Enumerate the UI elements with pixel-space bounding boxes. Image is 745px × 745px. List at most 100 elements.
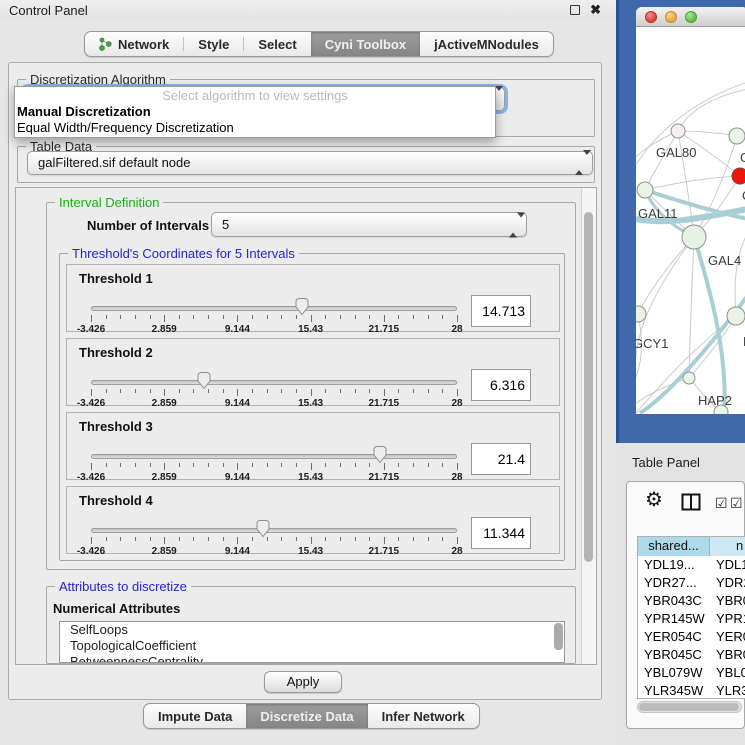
tick-mark — [413, 315, 414, 319]
table-row[interactable]: YLR345W YLR3 — [638, 682, 745, 699]
tab-network[interactable]: Network — [85, 32, 183, 56]
numerical-attributes-label: Numerical Attributes — [53, 601, 180, 616]
network-graph: GAL80GCGAL11GAL4GCY1HHAP2 — [636, 27, 745, 414]
tick-mark — [442, 389, 443, 393]
cell-name[interactable]: YBR0 — [716, 592, 745, 610]
table-row[interactable]: YBR045C YBR0 — [638, 646, 745, 664]
table-data-combobox[interactable]: galFiltered.sif default node — [27, 151, 593, 175]
threshold-value-field[interactable]: 21.4 — [471, 443, 531, 475]
gear-icon[interactable]: ⚙ — [645, 490, 663, 510]
tick-mark — [413, 537, 414, 541]
tab-impute-data[interactable]: Impute Data — [144, 704, 246, 728]
horizontal-scrollbar[interactable] — [637, 701, 742, 713]
vertical-scrollbar[interactable] — [581, 188, 596, 664]
cell-shared-name[interactable]: YER054C — [644, 628, 702, 646]
attribute-list-item[interactable]: TopologicalCoefficient — [60, 638, 564, 654]
tick-mark — [106, 389, 107, 393]
cell-name[interactable]: YER0 — [716, 628, 745, 646]
tab-select[interactable]: Select — [244, 32, 310, 56]
threshold-value-field[interactable]: 6.316 — [471, 369, 531, 401]
scrollbar-thumb[interactable] — [584, 212, 593, 562]
cell-name[interactable]: YDR2 — [716, 574, 745, 592]
checkbox-icon[interactable]: ☑ — [715, 495, 728, 512]
network-window-titlebar[interactable] — [636, 7, 745, 27]
minimize-traffic-light[interactable] — [665, 11, 677, 23]
popup-item-equal-width-frequency[interactable]: Equal Width/Frequency Discretization — [15, 120, 495, 136]
zoom-traffic-light[interactable] — [685, 11, 697, 23]
threshold-value-field[interactable]: 11.344 — [471, 517, 531, 549]
table-row[interactable]: YDL19... YDL1 — [638, 556, 745, 574]
tab-cyni-toolbox[interactable]: Cyni Toolbox — [311, 32, 420, 56]
table-row[interactable]: YBL079W YBL0 — [638, 664, 745, 682]
tick-label: 21.715 — [369, 472, 400, 483]
threshold-row: Threshold 2-3.4262.8599.14415.4321.71528… — [66, 338, 560, 406]
node-GAL4[interactable] — [682, 225, 706, 249]
cell-shared-name[interactable]: YPR145W — [644, 610, 705, 628]
cell-name[interactable]: YBL0 — [716, 664, 745, 682]
threshold-slider[interactable]: -3.4262.8599.14415.4321.71528 — [91, 297, 457, 331]
scrollbar-thumb[interactable] — [639, 703, 739, 711]
cell-shared-name[interactable]: YBR045C — [644, 646, 702, 664]
popup-item-manual-discretization[interactable]: Manual Discretization — [15, 104, 495, 120]
node-HAP2[interactable] — [683, 372, 695, 384]
threshold-slider[interactable]: -3.4262.8599.14415.4321.71528 — [91, 519, 457, 553]
threshold-value-field[interactable]: 14.713 — [471, 295, 531, 327]
table-row[interactable]: YER054C YER0 — [638, 628, 745, 646]
stepper-icon — [509, 213, 517, 236]
threshold-slider[interactable]: -3.4262.8599.14415.4321.71528 — [91, 445, 457, 479]
tab-style[interactable]: Style — [184, 32, 243, 56]
node-H[interactable] — [727, 307, 745, 325]
attribute-list-item[interactable]: BetweennessCentrality — [60, 654, 564, 663]
cell-shared-name[interactable]: YDL19... — [644, 556, 695, 574]
tick-label: -3.426 — [77, 324, 105, 335]
cell-shared-name[interactable]: YLR345W — [644, 682, 703, 699]
cell-name[interactable]: YLR3 — [716, 682, 745, 699]
slider-track[interactable] — [91, 380, 457, 385]
tab-infer-network[interactable]: Infer Network — [368, 704, 479, 728]
cell-name[interactable]: YPR1 — [716, 610, 745, 628]
table-row[interactable]: YBR043C YBR0 — [638, 592, 745, 610]
apply-button[interactable]: Apply — [264, 671, 342, 693]
node-node[interactable] — [729, 128, 745, 144]
threshold-slider[interactable]: -3.4262.8599.14415.4321.71528 — [91, 371, 457, 405]
slider-thumb[interactable] — [373, 446, 388, 464]
table-row[interactable]: YDR27... YDR2 — [638, 574, 745, 592]
tab-discretize-data[interactable]: Discretize Data — [246, 704, 367, 728]
close-traffic-light[interactable] — [645, 11, 657, 23]
node-label: GAL80 — [656, 145, 696, 160]
network-canvas[interactable]: GAL80GCGAL11GAL4GCY1HHAP2 — [636, 27, 745, 414]
edge — [636, 378, 689, 403]
cell-name[interactable]: YBR0 — [716, 646, 745, 664]
numerical-attributes-list[interactable]: SelfLoopsTopologicalCoefficientBetweenne… — [59, 621, 565, 663]
cell-shared-name[interactable]: YDR27... — [644, 574, 697, 592]
network-view-frame: GAL80GCGAL11GAL4GCY1HHAP2 — [616, 0, 745, 443]
slider-track[interactable] — [91, 306, 457, 311]
slider-thumb[interactable] — [295, 298, 310, 316]
table-header: shared... n — [638, 537, 745, 556]
cell-shared-name[interactable]: YBL079W — [644, 664, 703, 682]
node-red-node[interactable] — [732, 168, 745, 184]
cell-name[interactable]: YDL1 — [716, 556, 745, 574]
node-GAL80[interactable] — [671, 124, 685, 138]
float-panel-icon[interactable] — [570, 5, 580, 15]
columns-icon[interactable] — [681, 493, 701, 511]
tick-mark — [325, 537, 326, 541]
slider-thumb[interactable] — [256, 520, 271, 538]
node-GAL11[interactable] — [637, 182, 653, 198]
tick-mark — [457, 463, 458, 470]
slider-track[interactable] — [91, 454, 457, 459]
attribute-list-item[interactable]: SelfLoops — [60, 622, 564, 638]
table-row[interactable]: YPR145W YPR1 — [638, 610, 745, 628]
cell-shared-name[interactable]: YBR043C — [644, 592, 702, 610]
number-of-intervals-combobox[interactable]: 5 — [211, 212, 527, 237]
slider-track[interactable] — [91, 528, 457, 533]
slider-thumb[interactable] — [197, 372, 212, 390]
list-scrollbar[interactable] — [554, 623, 563, 650]
close-icon[interactable]: ✖ — [590, 2, 601, 18]
checkbox-icon[interactable]: ☑ — [730, 495, 743, 512]
column-header-name[interactable]: n — [710, 537, 745, 556]
tick-mark — [355, 537, 356, 541]
tab-jactivemnodules[interactable]: jActiveMNodules — [420, 32, 553, 56]
tick-mark — [369, 389, 370, 393]
column-header-shared-name[interactable]: shared... — [638, 537, 710, 556]
